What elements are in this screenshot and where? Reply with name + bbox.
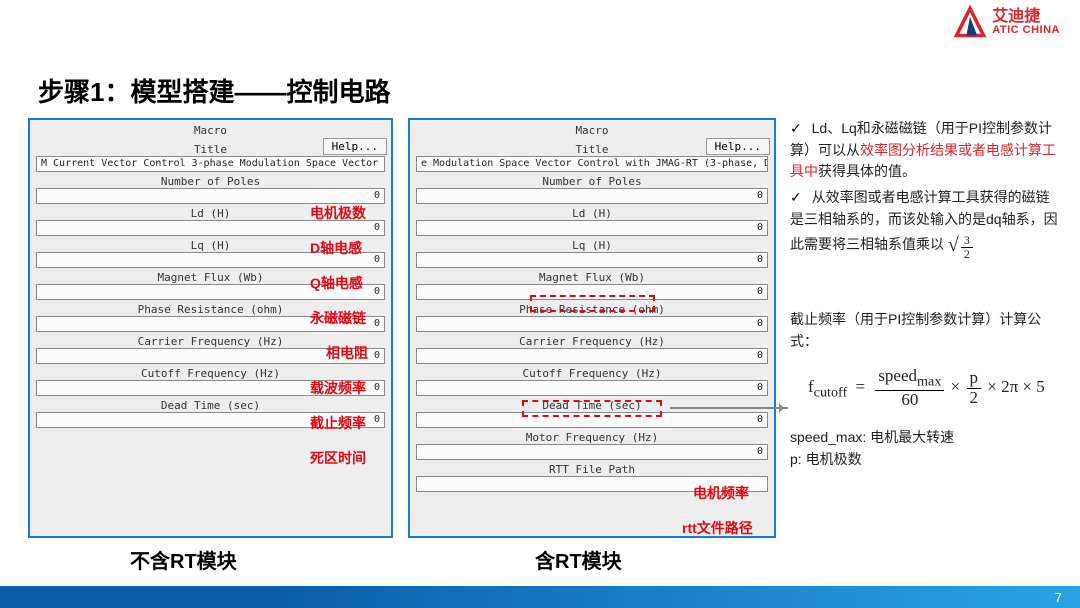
title-input[interactable]: e Modulation Space Vector Control with J… — [416, 156, 768, 172]
annotation-carrier: 载波频率 — [310, 378, 366, 398]
note-bullet-2: 从效率图或者电感计算工具获得的磁链是三相轴系的，而该处输入的是dq轴系，因此需要… — [790, 187, 1060, 261]
poles-input[interactable]: 0 — [416, 188, 768, 204]
label-res: Phase Resistance (ohm) — [416, 303, 768, 316]
flux-input[interactable]: 0 — [416, 284, 768, 300]
footer-bar — [0, 586, 1080, 608]
macro-panel-rt: Macro Help... Title e Modulation Space V… — [408, 118, 776, 538]
note-heading: 截止频率（用于PI控制参数计算）计算公式： — [790, 309, 1060, 352]
annotation-lq: Q轴电感 — [310, 273, 363, 293]
logo-text-cn: 艾迪捷 — [992, 9, 1060, 25]
help-button[interactable]: Help... — [323, 138, 387, 155]
notes-block: Ld、Lq和永磁磁链（用于PI控制参数计算）可以从效率图分析结果或者电感计算工具… — [790, 118, 1060, 471]
logo-text-en: ATIC CHINA — [992, 25, 1060, 36]
annotation-cutoff: 截止频率 — [310, 413, 366, 433]
carrier-input[interactable]: 0 — [416, 348, 768, 364]
annotation-flux: 永磁磁链 — [310, 308, 366, 328]
annotation-ld: D轴电感 — [310, 238, 362, 258]
note-bullet-1: Ld、Lq和永磁磁链（用于PI控制参数计算）可以从效率图分析结果或者电感计算工具… — [790, 118, 1060, 183]
label-dead: Dead Time (sec) — [36, 399, 385, 412]
arrow-icon — [670, 407, 788, 409]
label-flux: Magnet Flux (Wb) — [416, 271, 768, 284]
cutoff-formula: fcutoff = speedmax60 × p2 × 2π × 5 — [808, 367, 1060, 410]
annotation-dead: 死区时间 — [310, 448, 366, 468]
macro-panel-nort: Macro Help... Title M Current Vector Con… — [28, 118, 393, 538]
page-number: 7 — [1055, 590, 1062, 605]
motorf-input[interactable]: 0 — [416, 444, 768, 460]
caption-rt: 含RT模块 — [535, 545, 622, 574]
caption-no-rt: 不含RT模块 — [130, 545, 237, 574]
label-dead: Dead Time (sec) — [416, 399, 768, 412]
logo-icon — [952, 4, 988, 40]
note-p: p: 电机极数 — [790, 449, 1060, 471]
label-ld: Ld (H) — [416, 207, 768, 220]
brand-logo: 艾迪捷 ATIC CHINA — [952, 4, 1060, 40]
annotation-motorf: 电机频率 — [693, 483, 749, 503]
res-input[interactable]: 0 — [416, 316, 768, 332]
help-button[interactable]: Help... — [706, 138, 770, 155]
cutoff-input[interactable]: 0 — [416, 380, 768, 396]
sqrt-icon: √32 — [948, 230, 975, 261]
label-cutoff: Cutoff Frequency (Hz) — [416, 367, 768, 380]
annotation-rtt: rtt文件路径 — [682, 518, 753, 538]
label-carrier: Carrier Frequency (Hz) — [416, 335, 768, 348]
note-speedmax: speed_max: 电机最大转速 — [790, 427, 1060, 449]
label-poles: Number of Poles — [416, 175, 768, 188]
poles-input[interactable]: 0 — [36, 188, 385, 204]
annotation-res: 相电阻 — [326, 343, 368, 363]
lq-input[interactable]: 0 — [416, 252, 768, 268]
label-motorf: Motor Frequency (Hz) — [416, 431, 768, 444]
annotation-poles: 电机极数 — [310, 203, 366, 223]
ld-input[interactable]: 0 — [416, 220, 768, 236]
label-poles: Number of Poles — [36, 175, 385, 188]
label-rtt: RTT File Path — [416, 463, 768, 476]
title-input[interactable]: M Current Vector Control 3-phase Modulat… — [36, 156, 385, 172]
label-lq: Lq (H) — [416, 239, 768, 252]
slide-title: 步骤1：模型搭建——控制电路 — [38, 72, 390, 109]
dead-input[interactable]: 0 — [416, 412, 768, 428]
